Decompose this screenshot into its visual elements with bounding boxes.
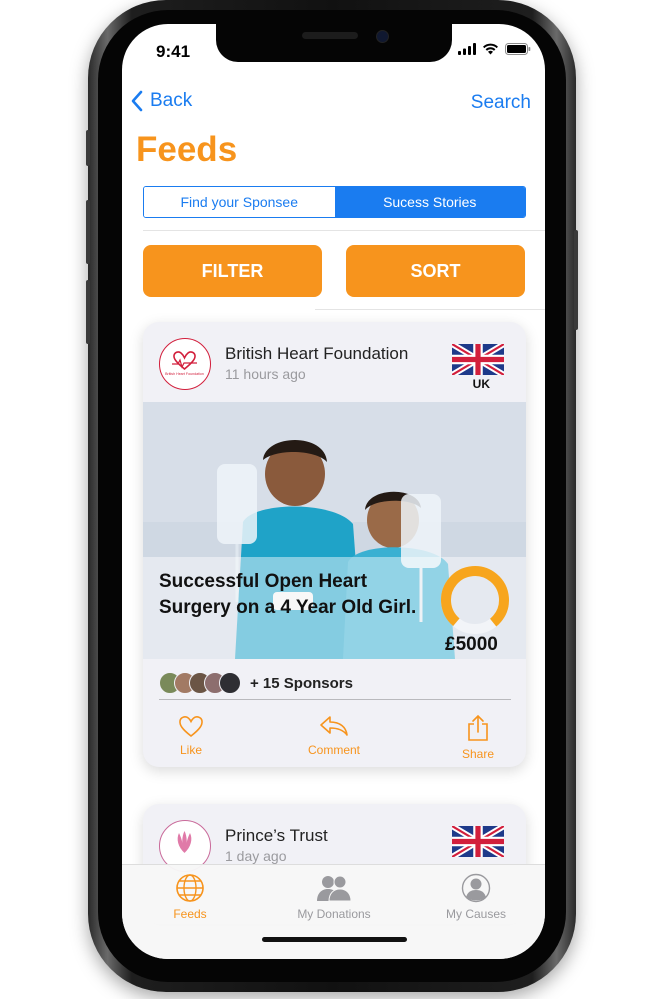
share-icon xyxy=(468,714,488,741)
share-label: Share xyxy=(461,747,495,761)
mute-switch xyxy=(86,130,90,166)
svg-text:British Heart Foundation: British Heart Foundation xyxy=(165,372,204,376)
heart-icon xyxy=(179,716,203,738)
front-camera xyxy=(376,30,389,43)
goal-progress-ring xyxy=(441,566,509,634)
tab-bar: Feeds My Donations My Causes xyxy=(122,864,545,959)
comment-button[interactable]: Comment xyxy=(289,714,379,757)
back-label: Back xyxy=(150,90,193,111)
like-label: Like xyxy=(179,743,202,757)
post-time: 11 hours ago xyxy=(225,366,306,382)
tab-my-donations[interactable]: My Donations xyxy=(284,873,384,921)
goal-amount: £5000 xyxy=(445,634,498,655)
power-button xyxy=(574,230,578,330)
search-button[interactable]: Search xyxy=(471,92,531,114)
speaker xyxy=(302,32,358,39)
status-time: 9:41 xyxy=(156,42,191,61)
sort-button[interactable]: SORT xyxy=(346,245,525,297)
divider xyxy=(143,230,545,231)
divider xyxy=(315,309,545,310)
like-button[interactable]: Like xyxy=(146,714,236,757)
country-label: UK xyxy=(472,377,490,391)
volume-down-button xyxy=(86,280,90,344)
org-name[interactable]: Prince’s Trust xyxy=(225,826,328,846)
org-logo: British Heart Foundation xyxy=(159,338,211,390)
tab-label: Feeds xyxy=(173,907,207,921)
home-indicator xyxy=(262,937,407,942)
uk-flag-icon xyxy=(452,826,504,857)
sponsors-row[interactable]: + 15 Sponsors xyxy=(159,672,353,694)
notch xyxy=(216,24,452,62)
battery-icon xyxy=(505,43,531,55)
card-divider xyxy=(159,699,511,700)
tab-my-causes[interactable]: My Causes xyxy=(426,873,526,921)
feathers-logo-icon xyxy=(177,831,192,853)
reply-icon xyxy=(320,716,348,736)
org-name[interactable]: British Heart Foundation xyxy=(225,344,408,364)
tab-label: My Causes xyxy=(445,907,507,921)
share-button[interactable]: Share xyxy=(433,714,523,761)
globe-icon xyxy=(176,874,204,902)
people-icon xyxy=(317,875,352,902)
segmented-control: Find your Sponsee Sucess Stories xyxy=(143,186,526,218)
tab-feeds[interactable]: Feeds xyxy=(140,873,240,921)
screen: 9:41 Back Search Feeds Find your Sponsee xyxy=(122,24,545,959)
uk-flag-icon xyxy=(452,344,504,375)
page-title: Feeds xyxy=(136,130,238,169)
heart-logo-icon: British Heart Foundation xyxy=(165,351,204,376)
status-icons xyxy=(458,43,531,55)
story-title[interactable]: Successful Open Heart Surgery on a 4 Yea… xyxy=(159,569,419,621)
story-image[interactable]: Successful Open Heart Surgery on a 4 Yea… xyxy=(143,402,526,659)
feed-card[interactable]: British Heart Foundation British Heart F… xyxy=(143,322,526,767)
segment-success-stories[interactable]: Sucess Stories xyxy=(334,187,525,217)
person-icon xyxy=(461,873,491,903)
avatar xyxy=(219,672,241,694)
sponsors-count: + 15 Sponsors xyxy=(250,674,353,692)
volume-up-button xyxy=(86,200,90,264)
signal-icon xyxy=(458,43,476,55)
chevron-left-icon xyxy=(131,90,143,112)
segment-find-sponsee[interactable]: Find your Sponsee xyxy=(144,187,335,217)
back-button[interactable]: Back xyxy=(130,90,192,112)
comment-label: Comment xyxy=(307,743,360,757)
filter-button[interactable]: FILTER xyxy=(143,245,322,297)
wifi-icon xyxy=(483,43,498,55)
tab-label: My Donations xyxy=(297,907,371,921)
post-time: 1 day ago xyxy=(225,848,287,864)
